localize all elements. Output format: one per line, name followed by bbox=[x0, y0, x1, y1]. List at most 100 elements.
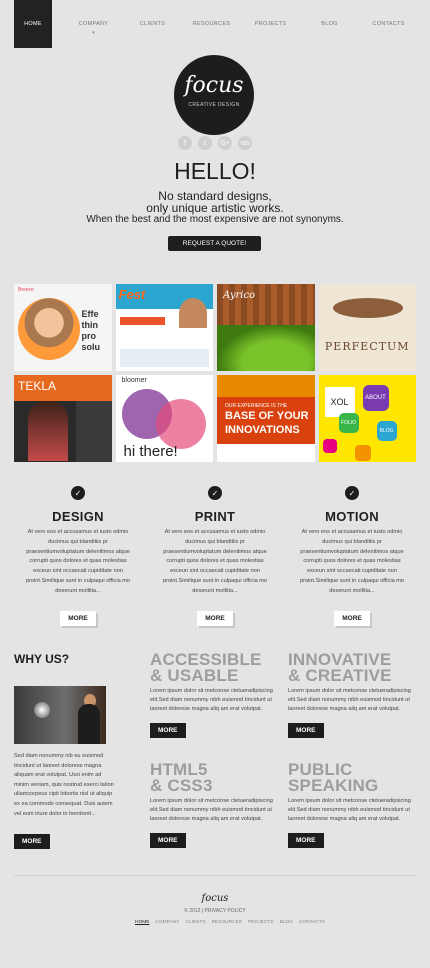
feature-innovative: INNOVATIVE & CREATIVE Lorem ipsum dolor s… bbox=[288, 651, 416, 739]
google-plus-icon[interactable]: G+ bbox=[218, 136, 232, 150]
service-text: At vero eos et accusamus et iusto odmio … bbox=[162, 529, 268, 594]
hero-tagline: No standard designs, only unique artisti… bbox=[0, 190, 430, 214]
nav-company[interactable]: COMPANY ▾ bbox=[64, 0, 123, 48]
nav-clients[interactable]: CLIENTS bbox=[123, 0, 182, 48]
thumb-brand: bloomer bbox=[121, 377, 147, 384]
thumb-tile: BLOG bbox=[376, 421, 397, 441]
footer-logo[interactable]: focus bbox=[0, 893, 430, 904]
social-links: f t G+ rss bbox=[178, 136, 252, 150]
innovative-more-button[interactable]: MORE bbox=[288, 723, 324, 739]
why-us-text: Sed diam nonummy nib eu euismod tincidun… bbox=[14, 753, 114, 817]
logo-tagline: CREATIVE DESIGN bbox=[188, 102, 240, 108]
chevron-down-icon: ▾ bbox=[92, 30, 95, 36]
main-nav: HOME COMPANY ▾ CLIENTS RESOURCES PROJECT… bbox=[0, 0, 430, 48]
feature-title: INNOVATIVE & CREATIVE bbox=[288, 651, 416, 685]
footer-nav-company[interactable]: COMPANY bbox=[155, 920, 179, 925]
print-more-button[interactable]: MORE bbox=[197, 610, 233, 626]
services-section: ✓ DESIGN At vero eos et accusamus et ius… bbox=[14, 486, 416, 626]
service-title: MOTION bbox=[325, 509, 379, 524]
service-text: At vero eos et accusamus et iusto odmio … bbox=[25, 529, 131, 594]
thumb-heading-line: BASE OF YOUR bbox=[225, 410, 309, 422]
footer-nav-blog[interactable]: BLOG bbox=[280, 920, 293, 925]
thumb-brand: Fest bbox=[118, 287, 146, 302]
thumb-heading: Effe thin pro solu bbox=[81, 309, 101, 352]
service-title: PRINT bbox=[194, 509, 236, 524]
thumb-heading: BASE OF YOUR INNOVATIONS bbox=[225, 409, 309, 437]
feature-text: Lorem ipsum dolor sit metconse ctetuerad… bbox=[288, 688, 411, 712]
rss-icon[interactable]: rss bbox=[238, 136, 252, 150]
footer-divider bbox=[14, 875, 416, 876]
thumb-bar bbox=[119, 317, 165, 325]
why-us-more-button[interactable]: MORE bbox=[14, 834, 50, 849]
site-logo[interactable]: focus CREATIVE DESIGN bbox=[174, 55, 254, 135]
feature-title: ACCESSIBLE & USABLE bbox=[150, 651, 278, 685]
service-motion: ✓ MOTION At vero eos et accusamus et ius… bbox=[288, 486, 416, 626]
public-speaking-more-button[interactable]: MORE bbox=[288, 833, 324, 849]
twitter-icon[interactable]: t bbox=[198, 136, 212, 150]
feature-html5: HTML5 & CSS3 Lorem ipsum dolor sit metcon… bbox=[150, 761, 278, 849]
thumb-photo bbox=[28, 401, 68, 461]
portfolio-gallery: Breeze Effe thin pro solu Fest Ayrico PE… bbox=[14, 284, 416, 462]
thumb-photo bbox=[18, 298, 80, 360]
nav-home[interactable]: HOME bbox=[14, 0, 52, 48]
footer-nav-home[interactable]: HOME bbox=[135, 920, 149, 925]
gallery-thumb[interactable]: bloomer hi there! bbox=[115, 375, 213, 462]
thumb-tile: FOLIO bbox=[338, 413, 359, 433]
thumb-brand: PERFECTUM bbox=[324, 340, 410, 353]
gallery-thumb[interactable]: OUR EXPERIENCE IS THE BASE OF YOUR INNOV… bbox=[217, 375, 315, 462]
nav-blog[interactable]: BLOG bbox=[300, 0, 359, 48]
feature-title-line: & USABLE bbox=[150, 666, 239, 685]
thumb-brand: TEKLA bbox=[18, 379, 57, 393]
footer-nav-resources[interactable]: RESOURCES bbox=[212, 920, 242, 925]
service-text: At vero eos et accusamus et iusto odmio … bbox=[299, 529, 405, 594]
service-title: DESIGN bbox=[52, 509, 104, 524]
hero-subtitle: When the best and the most expensive are… bbox=[86, 214, 344, 225]
nav-resources[interactable]: RESOURCES bbox=[182, 0, 241, 48]
footer-nav: HOME COMPANY CLIENTS RESOURCES PROJECTS … bbox=[135, 920, 325, 925]
gallery-thumb[interactable]: Fest bbox=[115, 284, 213, 371]
thumb-header bbox=[217, 375, 315, 397]
feature-title-line: & CSS3 bbox=[150, 776, 213, 795]
html5-more-button[interactable]: MORE bbox=[150, 833, 186, 849]
why-us-image bbox=[14, 686, 106, 744]
gallery-thumb[interactable]: Breeze Effe thin pro solu bbox=[14, 284, 112, 371]
service-design: ✓ DESIGN At vero eos et accusamus et ius… bbox=[14, 486, 142, 626]
thumb-tile bbox=[322, 439, 337, 453]
thumb-tile: ABOUT bbox=[362, 385, 389, 411]
accessible-more-button[interactable]: MORE bbox=[150, 723, 186, 739]
facebook-icon[interactable]: f bbox=[178, 136, 192, 150]
feature-accessible: ACCESSIBLE & USABLE Lorem ipsum dolor sit… bbox=[150, 651, 278, 739]
feature-public-speaking: PUBLIC SPEAKING Lorem ipsum dolor sit met… bbox=[288, 761, 416, 849]
thumb-tile bbox=[354, 445, 371, 461]
service-print: ✓ PRINT At vero eos et accusamus et iust… bbox=[151, 486, 279, 626]
thumb-circle bbox=[155, 399, 206, 449]
hero-line-2: only unique artistic works. bbox=[146, 201, 284, 215]
thumb-heading-line: INNOVATIONS bbox=[225, 424, 300, 436]
nav-projects[interactable]: PROJECTS bbox=[241, 0, 300, 48]
gallery-thumb[interactable]: PERFECTUM bbox=[318, 284, 416, 371]
request-quote-button[interactable]: REQUEST A QUOTE! bbox=[168, 236, 261, 251]
feature-title: HTML5 & CSS3 bbox=[150, 761, 278, 795]
thumb-photo bbox=[217, 325, 315, 371]
nav-contacts[interactable]: CONTACTS bbox=[359, 0, 418, 48]
design-more-button[interactable]: MORE bbox=[60, 610, 96, 626]
footer-nav-clients[interactable]: CLIENTS bbox=[185, 920, 205, 925]
gallery-thumb[interactable]: Ayrico bbox=[217, 284, 315, 371]
why-us-section: WHY US? Sed diam nonummy nib eu euismod … bbox=[14, 652, 114, 849]
footer-nav-contacts[interactable]: CONTACTS bbox=[299, 920, 325, 925]
thumb-brand: Ayrico bbox=[223, 290, 256, 301]
thumb-footer bbox=[217, 444, 315, 462]
feature-title-line: & CREATIVE bbox=[288, 666, 392, 685]
hero-title: HELLO! bbox=[174, 158, 256, 184]
gallery-thumb[interactable]: XOL ABOUT FOLIO BLOG bbox=[318, 375, 416, 462]
gallery-thumb[interactable]: TEKLA bbox=[14, 375, 112, 462]
thumb-sidebar bbox=[75, 401, 112, 462]
logo-word: focus bbox=[184, 73, 244, 98]
thumb-footer bbox=[119, 349, 209, 367]
thumb-brand: Breeze bbox=[18, 287, 34, 293]
check-icon: ✓ bbox=[345, 486, 359, 500]
motion-more-button[interactable]: MORE bbox=[334, 610, 370, 626]
footer-nav-projects[interactable]: PROJECTS bbox=[248, 920, 274, 925]
footer-copyright: © 2012 | PRIVACY POLICY bbox=[184, 908, 246, 914]
check-icon: ✓ bbox=[208, 486, 222, 500]
